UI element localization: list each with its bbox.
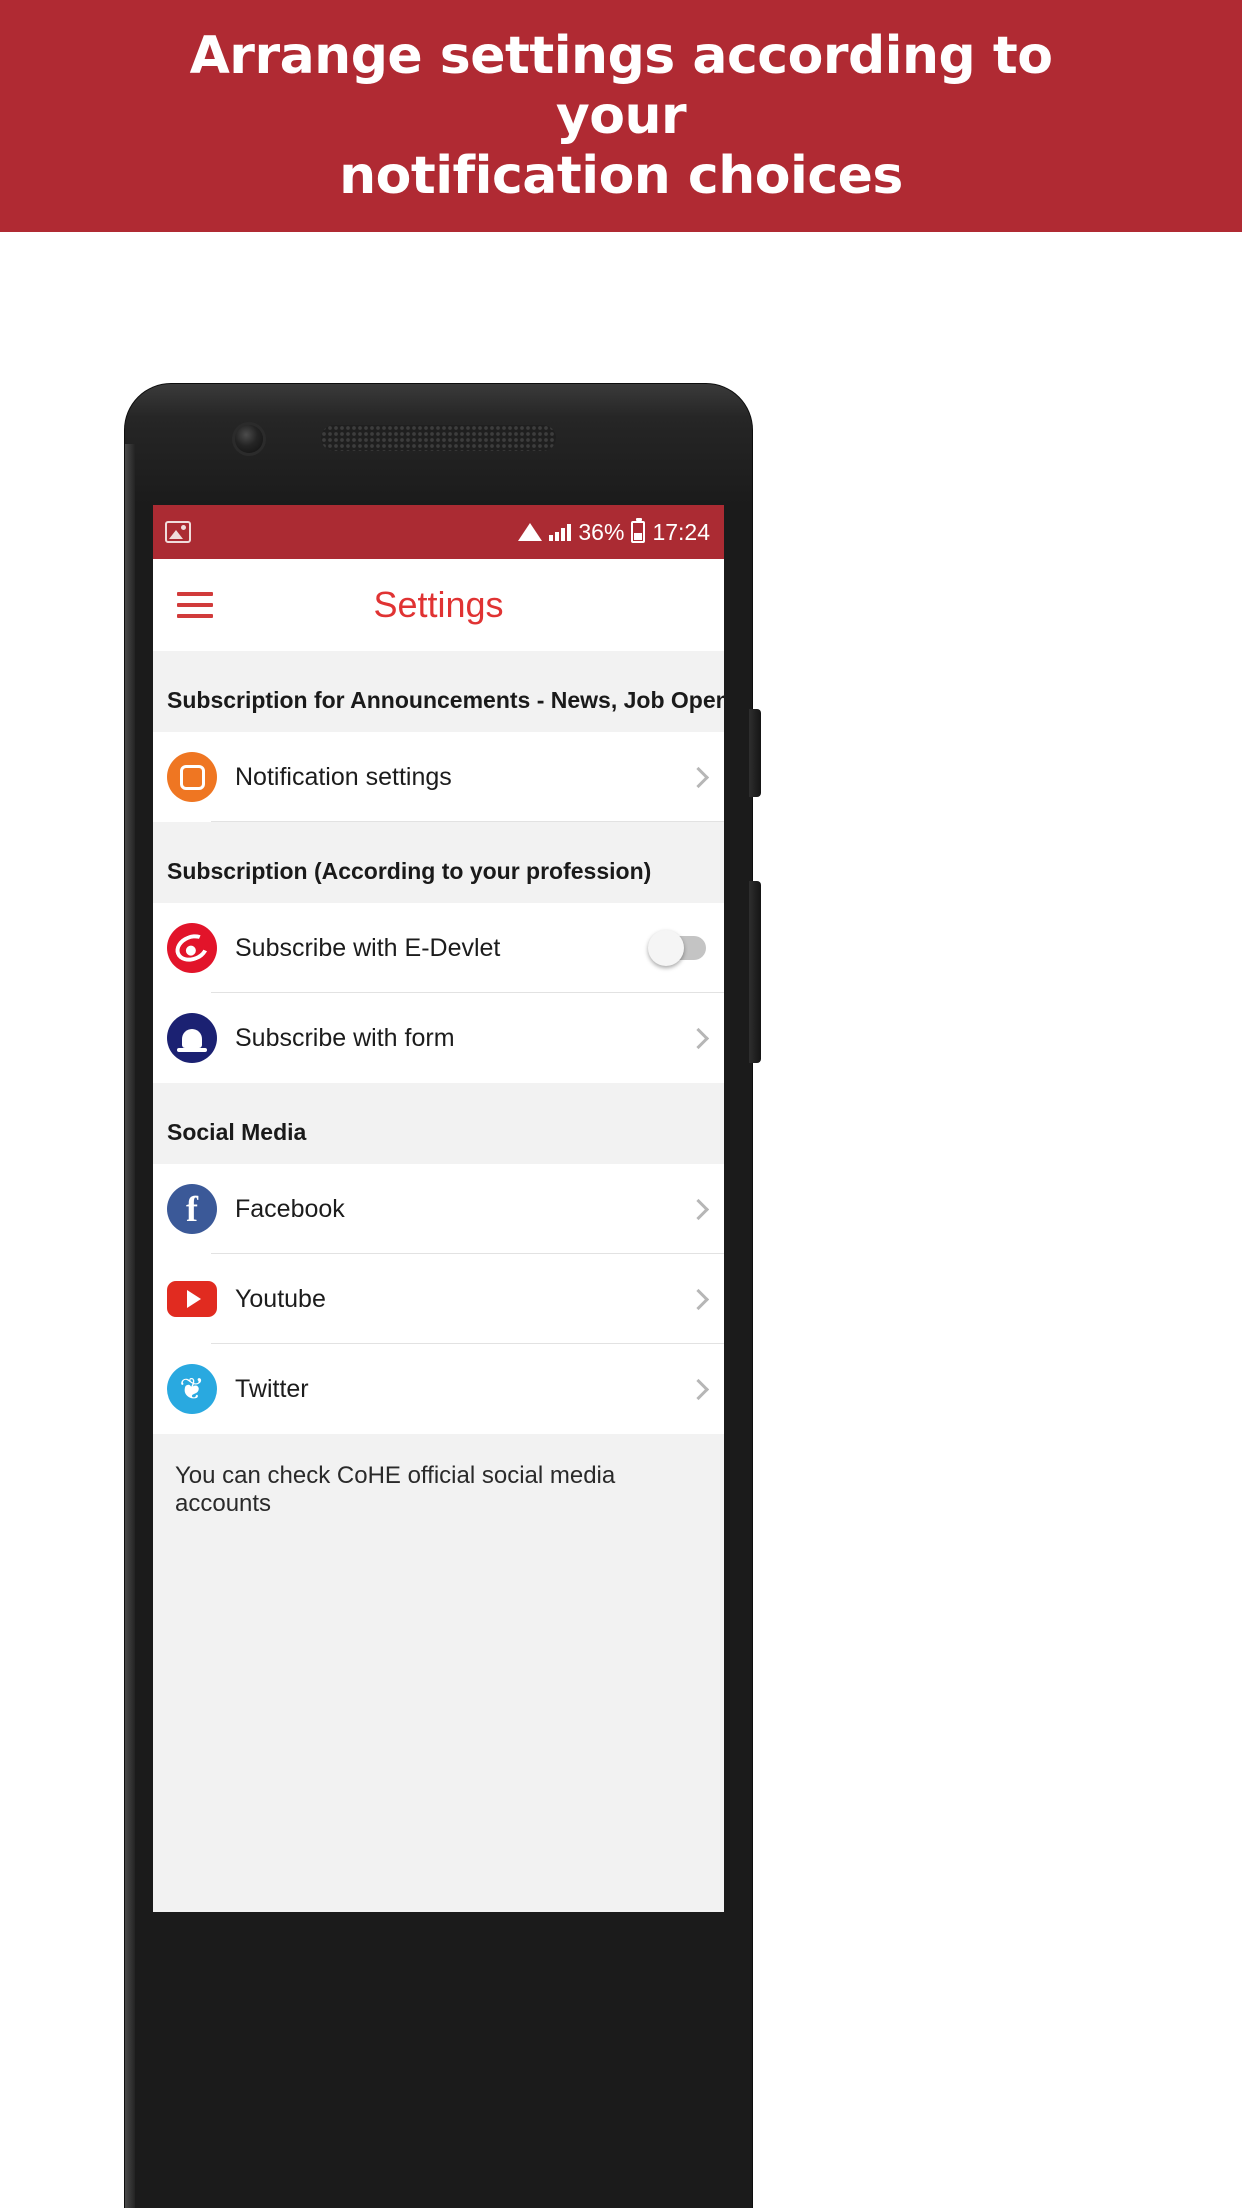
chevron-right-icon — [687, 1288, 710, 1310]
clock-label: 17:24 — [652, 518, 710, 545]
status-bar-notifications — [165, 521, 191, 543]
chevron-right-icon — [687, 1027, 710, 1049]
earpiece-speaker — [321, 425, 556, 451]
promo-banner: Arrange settings according to your notif… — [0, 0, 1242, 232]
promo-headline-line2: notification choices — [339, 146, 903, 207]
promo-headline-line1: Arrange settings according to your — [189, 25, 1053, 146]
section-header-announcements: Subscription for Announcements - News, J… — [153, 651, 724, 732]
promo-headline: Arrange settings according to your notif… — [121, 26, 1121, 207]
notification-settings-icon — [167, 752, 217, 802]
chevron-right-icon — [687, 1378, 710, 1400]
list-item-label: Subscribe with form — [235, 1023, 455, 1052]
section-header-social-media: Social Media — [153, 1083, 724, 1164]
hamburger-menu-icon[interactable] — [177, 592, 213, 618]
bell-icon — [167, 1013, 217, 1063]
list-item-twitter[interactable]: ❦ Twitter — [153, 1344, 724, 1434]
page-title: Settings — [373, 584, 504, 625]
volume-button[interactable] — [749, 709, 761, 797]
photo-icon — [165, 521, 191, 543]
toggle-switch-edevlet[interactable] — [648, 930, 706, 966]
list-item-subscribe-form[interactable]: Subscribe with form — [153, 993, 724, 1083]
status-bar: 36% 17:24 — [153, 505, 724, 559]
section-header-profession: Subscription (According to your professi… — [153, 822, 724, 903]
list-item-facebook[interactable]: f Facebook — [153, 1164, 724, 1254]
list-item-label: Twitter — [235, 1374, 309, 1403]
phone-mockup: 36% 17:24 Settings Subscription for Anno… — [125, 384, 761, 2208]
list-item-label: Subscribe with E-Devlet — [235, 933, 501, 962]
settings-list: Subscription for Announcements - News, J… — [153, 651, 724, 1912]
list-item-subscribe-edevlet[interactable]: Subscribe with E-Devlet — [153, 903, 724, 993]
chevron-right-icon — [687, 1198, 710, 1220]
front-camera-icon — [235, 425, 263, 453]
list-item-label: Facebook — [235, 1194, 345, 1223]
power-button[interactable] — [749, 881, 761, 1063]
list-item-youtube[interactable]: Youtube — [153, 1254, 724, 1344]
battery-icon — [631, 518, 646, 543]
facebook-icon: f — [167, 1184, 217, 1234]
twitter-glyph: ❦ — [167, 1364, 217, 1414]
footer-note: You can check CoHE official social media… — [153, 1434, 724, 1912]
youtube-icon — [167, 1274, 217, 1324]
signal-bars-icon — [549, 523, 572, 541]
app-bar: Settings — [153, 559, 724, 651]
phone-left-edge — [125, 444, 135, 2208]
status-bar-system: 36% 17:24 — [518, 518, 710, 546]
twitter-icon: ❦ — [167, 1364, 217, 1414]
chevron-right-icon — [687, 766, 710, 788]
battery-percent-label: 36% — [578, 518, 625, 545]
list-item-notification-settings[interactable]: Notification settings — [153, 732, 724, 822]
list-item-label: Notification settings — [235, 762, 452, 791]
list-item-label: Youtube — [235, 1284, 326, 1313]
phone-screen: 36% 17:24 Settings Subscription for Anno… — [153, 505, 724, 1912]
facebook-glyph: f — [167, 1184, 217, 1234]
wifi-icon — [518, 523, 543, 541]
e-devlet-icon — [167, 923, 217, 973]
